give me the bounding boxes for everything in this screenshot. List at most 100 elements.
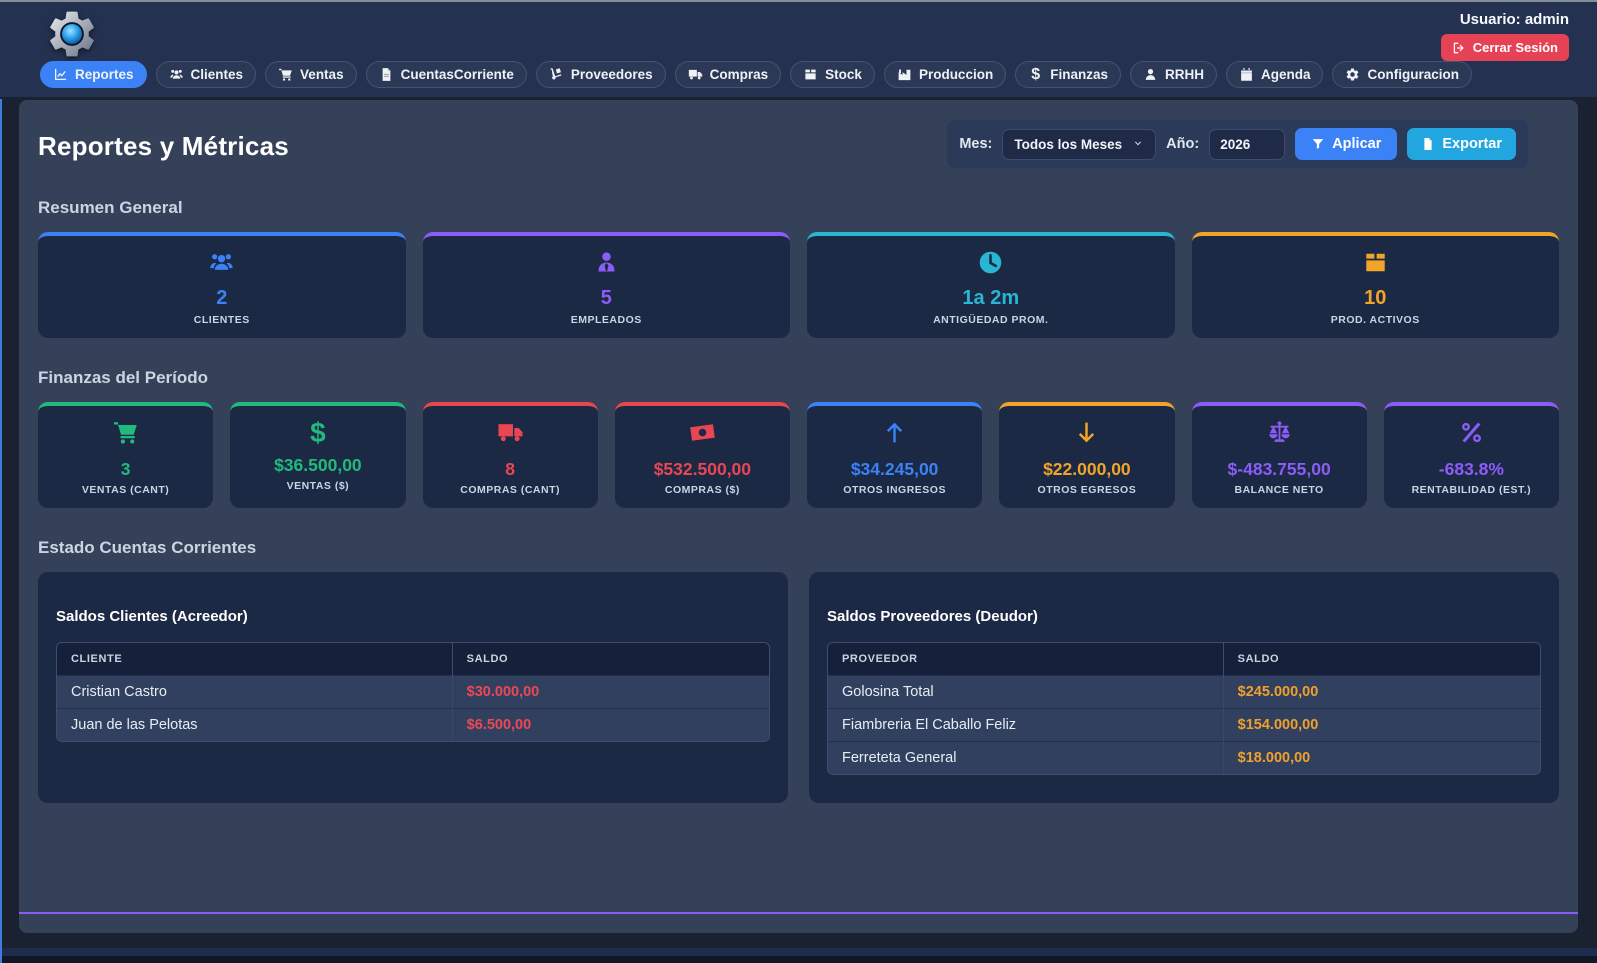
nav-tab-ventas[interactable]: Ventas bbox=[265, 61, 357, 88]
percent-icon bbox=[1458, 419, 1485, 446]
nav-tab-label: Produccion bbox=[918, 67, 994, 82]
arrow-down-icon bbox=[1073, 419, 1100, 446]
dollar-icon: $ bbox=[310, 416, 326, 448]
name-cell: Juan de las Pelotas bbox=[57, 708, 453, 741]
panel-bottom-divider bbox=[19, 912, 1578, 914]
stat-card-label: ANTIGÜEDAD PROM. bbox=[933, 314, 1049, 326]
stat-card-prod-activos: 10 PROD. ACTIVOS bbox=[1191, 232, 1559, 338]
stat-card-value: 3 bbox=[120, 459, 131, 479]
stat-card-value: $22.000,00 bbox=[1043, 459, 1131, 479]
stat-card-label: OTROS EGRESOS bbox=[1037, 484, 1137, 496]
nav-tab-label: Clientes bbox=[190, 67, 244, 82]
stat-card-otros-ingresos: $34.245,00 OTROS INGRESOS bbox=[807, 402, 983, 508]
filter-icon bbox=[1311, 137, 1325, 151]
logout-button[interactable]: Cerrar Sesión bbox=[1440, 34, 1569, 61]
nav-tab-label: RRHH bbox=[1164, 67, 1204, 82]
nav-tab-finanzas[interactable]: $ Finanzas bbox=[1015, 61, 1121, 88]
nav-tab-label: Configuracion bbox=[1367, 67, 1459, 82]
stat-card-label: EMPLEADOS bbox=[570, 314, 642, 326]
stat-card-compras: $532.500,00 COMPRAS ($) bbox=[614, 402, 790, 508]
box-icon bbox=[803, 67, 818, 82]
table-row: Golosina Total $245.000,00 bbox=[828, 675, 1540, 709]
stat-card-rentabilidad-est: -683.8% RENTABILIDAD (EST.) bbox=[1383, 402, 1559, 508]
stat-card-otros-egresos: $22.000,00 OTROS EGRESOS bbox=[999, 402, 1175, 508]
nav-tab-proveedores[interactable]: Proveedores bbox=[535, 61, 666, 88]
summary-section-title: Resumen General bbox=[38, 198, 183, 217]
stat-card-label: RENTABILIDAD (EST.) bbox=[1411, 484, 1532, 496]
nav-tab-agenda[interactable]: Agenda bbox=[1225, 61, 1324, 88]
nav-tab-reportes[interactable]: Reportes bbox=[40, 61, 147, 88]
cart-icon bbox=[112, 419, 139, 446]
column-header: CLIENTE bbox=[57, 643, 453, 676]
amount-cell: $154.000,00 bbox=[1223, 708, 1540, 742]
nav-tab-produccion[interactable]: Produccion bbox=[883, 61, 1007, 88]
filter-bar: Mes: Todos los Meses Año: Aplicar Export… bbox=[947, 120, 1528, 168]
month-select[interactable]: Todos los Meses bbox=[1002, 128, 1157, 160]
month-select-value: Todos los Meses bbox=[1014, 136, 1123, 152]
table-title: Saldos Proveedores (Deudor) bbox=[827, 608, 1038, 625]
nav-tab-rrhh[interactable]: RRHH bbox=[1129, 61, 1217, 88]
logout-icon bbox=[1452, 41, 1466, 55]
dolly-icon bbox=[549, 67, 564, 82]
footer-edge bbox=[0, 956, 1597, 963]
file-pdf-icon bbox=[1421, 137, 1435, 151]
stat-card-value: $34.245,00 bbox=[850, 459, 939, 479]
nav-tab-label: Agenda bbox=[1260, 67, 1311, 82]
table-title: Saldos Clientes (Acreedor) bbox=[56, 608, 248, 625]
stat-card-value: 1a 2m bbox=[962, 287, 1020, 309]
nav-tab-cuentascorriente[interactable]: CuentasCorriente bbox=[365, 61, 527, 88]
table-header-row: CLIENTE SALDO bbox=[57, 643, 769, 676]
stat-card-clientes: 2 CLIENTES bbox=[38, 232, 406, 338]
top-navbar: Reportes Clientes Ventas CuentasCorriente Pr… bbox=[0, 0, 1597, 97]
nav-tab-configuracion[interactable]: Configuracion bbox=[1332, 61, 1472, 88]
nav-tab-clientes[interactable]: Clientes bbox=[155, 61, 257, 88]
apply-button[interactable]: Aplicar bbox=[1295, 128, 1398, 160]
table-header-row: PROVEEDOR SALDO bbox=[828, 643, 1540, 676]
stat-card-value: $-483.755,00 bbox=[1227, 459, 1331, 479]
apply-label: Aplicar bbox=[1332, 136, 1382, 152]
year-label: Año: bbox=[1166, 136, 1200, 152]
export-label: Exportar bbox=[1442, 136, 1502, 152]
nav-tab-stock[interactable]: Stock bbox=[790, 61, 875, 88]
amount-cell: $245.000,00 bbox=[1223, 675, 1540, 709]
page-header: Reportes y Métricas Mes: Todos los Meses… bbox=[38, 120, 1559, 168]
nav-tab-label: Finanzas bbox=[1050, 67, 1108, 82]
year-input[interactable] bbox=[1209, 128, 1286, 160]
nav-tab-label: Stock bbox=[825, 67, 862, 82]
user-label: Usuario: admin bbox=[1459, 11, 1569, 28]
nav-tab-compras[interactable]: Compras bbox=[674, 61, 782, 88]
cart-icon bbox=[278, 67, 293, 82]
column-header: SALDO bbox=[452, 643, 769, 676]
balances-table: CLIENTE SALDO Cristian Castro $30.000,00 Jua… bbox=[57, 643, 769, 741]
truck-icon bbox=[497, 419, 524, 446]
month-label: Mes: bbox=[959, 136, 993, 152]
nav-tab-label: CuentasCorriente bbox=[400, 67, 514, 82]
nav-tab-label: Compras bbox=[709, 67, 769, 82]
amount-cell: $18.000,00 bbox=[1223, 741, 1540, 774]
chevron-down-icon bbox=[1132, 138, 1144, 150]
table-panel-saldos-clientes-acreedor: Saldos Clientes (Acreedor) CLIENTE SALDO Cr… bbox=[38, 572, 788, 803]
nav-tab-label: Proveedores bbox=[570, 67, 653, 82]
stat-card-label: PROD. ACTIVOS bbox=[1330, 314, 1420, 326]
table-row: Cristian Castro $30.000,00 bbox=[57, 675, 769, 709]
footer-strip bbox=[0, 948, 1597, 956]
finance-cards-row: 3 VENTAS (CANT) $ $36.500,00 VENTAS ($) 8 COMP… bbox=[38, 402, 1559, 508]
finance-section-title: Finanzas del Período bbox=[38, 368, 209, 387]
user-tie-icon bbox=[593, 249, 620, 276]
stat-card-label: VENTAS (CANT) bbox=[81, 484, 170, 496]
chart-line-icon bbox=[53, 67, 68, 82]
table-row: Ferreteta General $18.000,00 bbox=[828, 741, 1540, 774]
stat-card-empleados: 5 EMPLEADOS bbox=[422, 232, 790, 338]
column-header: SALDO bbox=[1223, 643, 1540, 676]
box-icon bbox=[1362, 249, 1389, 276]
name-cell: Golosina Total bbox=[828, 675, 1224, 709]
dollar-icon: $ bbox=[1031, 65, 1041, 83]
main-content-panel: Reportes y Métricas Mes: Todos los Meses… bbox=[19, 100, 1578, 933]
export-button[interactable]: Exportar bbox=[1407, 128, 1516, 160]
stat-card-compras-cant: 8 COMPRAS (CANT) bbox=[422, 402, 598, 508]
table-panel-saldos-proveedores-deudor: Saldos Proveedores (Deudor) PROVEEDOR SALD… bbox=[809, 572, 1559, 803]
balances-table: PROVEEDOR SALDO Golosina Total $245.000,00 F… bbox=[828, 643, 1540, 774]
users-icon bbox=[169, 67, 184, 82]
gear-icon bbox=[1345, 67, 1360, 82]
stat-card-ventas: $ $36.500,00 VENTAS ($) bbox=[230, 402, 406, 508]
